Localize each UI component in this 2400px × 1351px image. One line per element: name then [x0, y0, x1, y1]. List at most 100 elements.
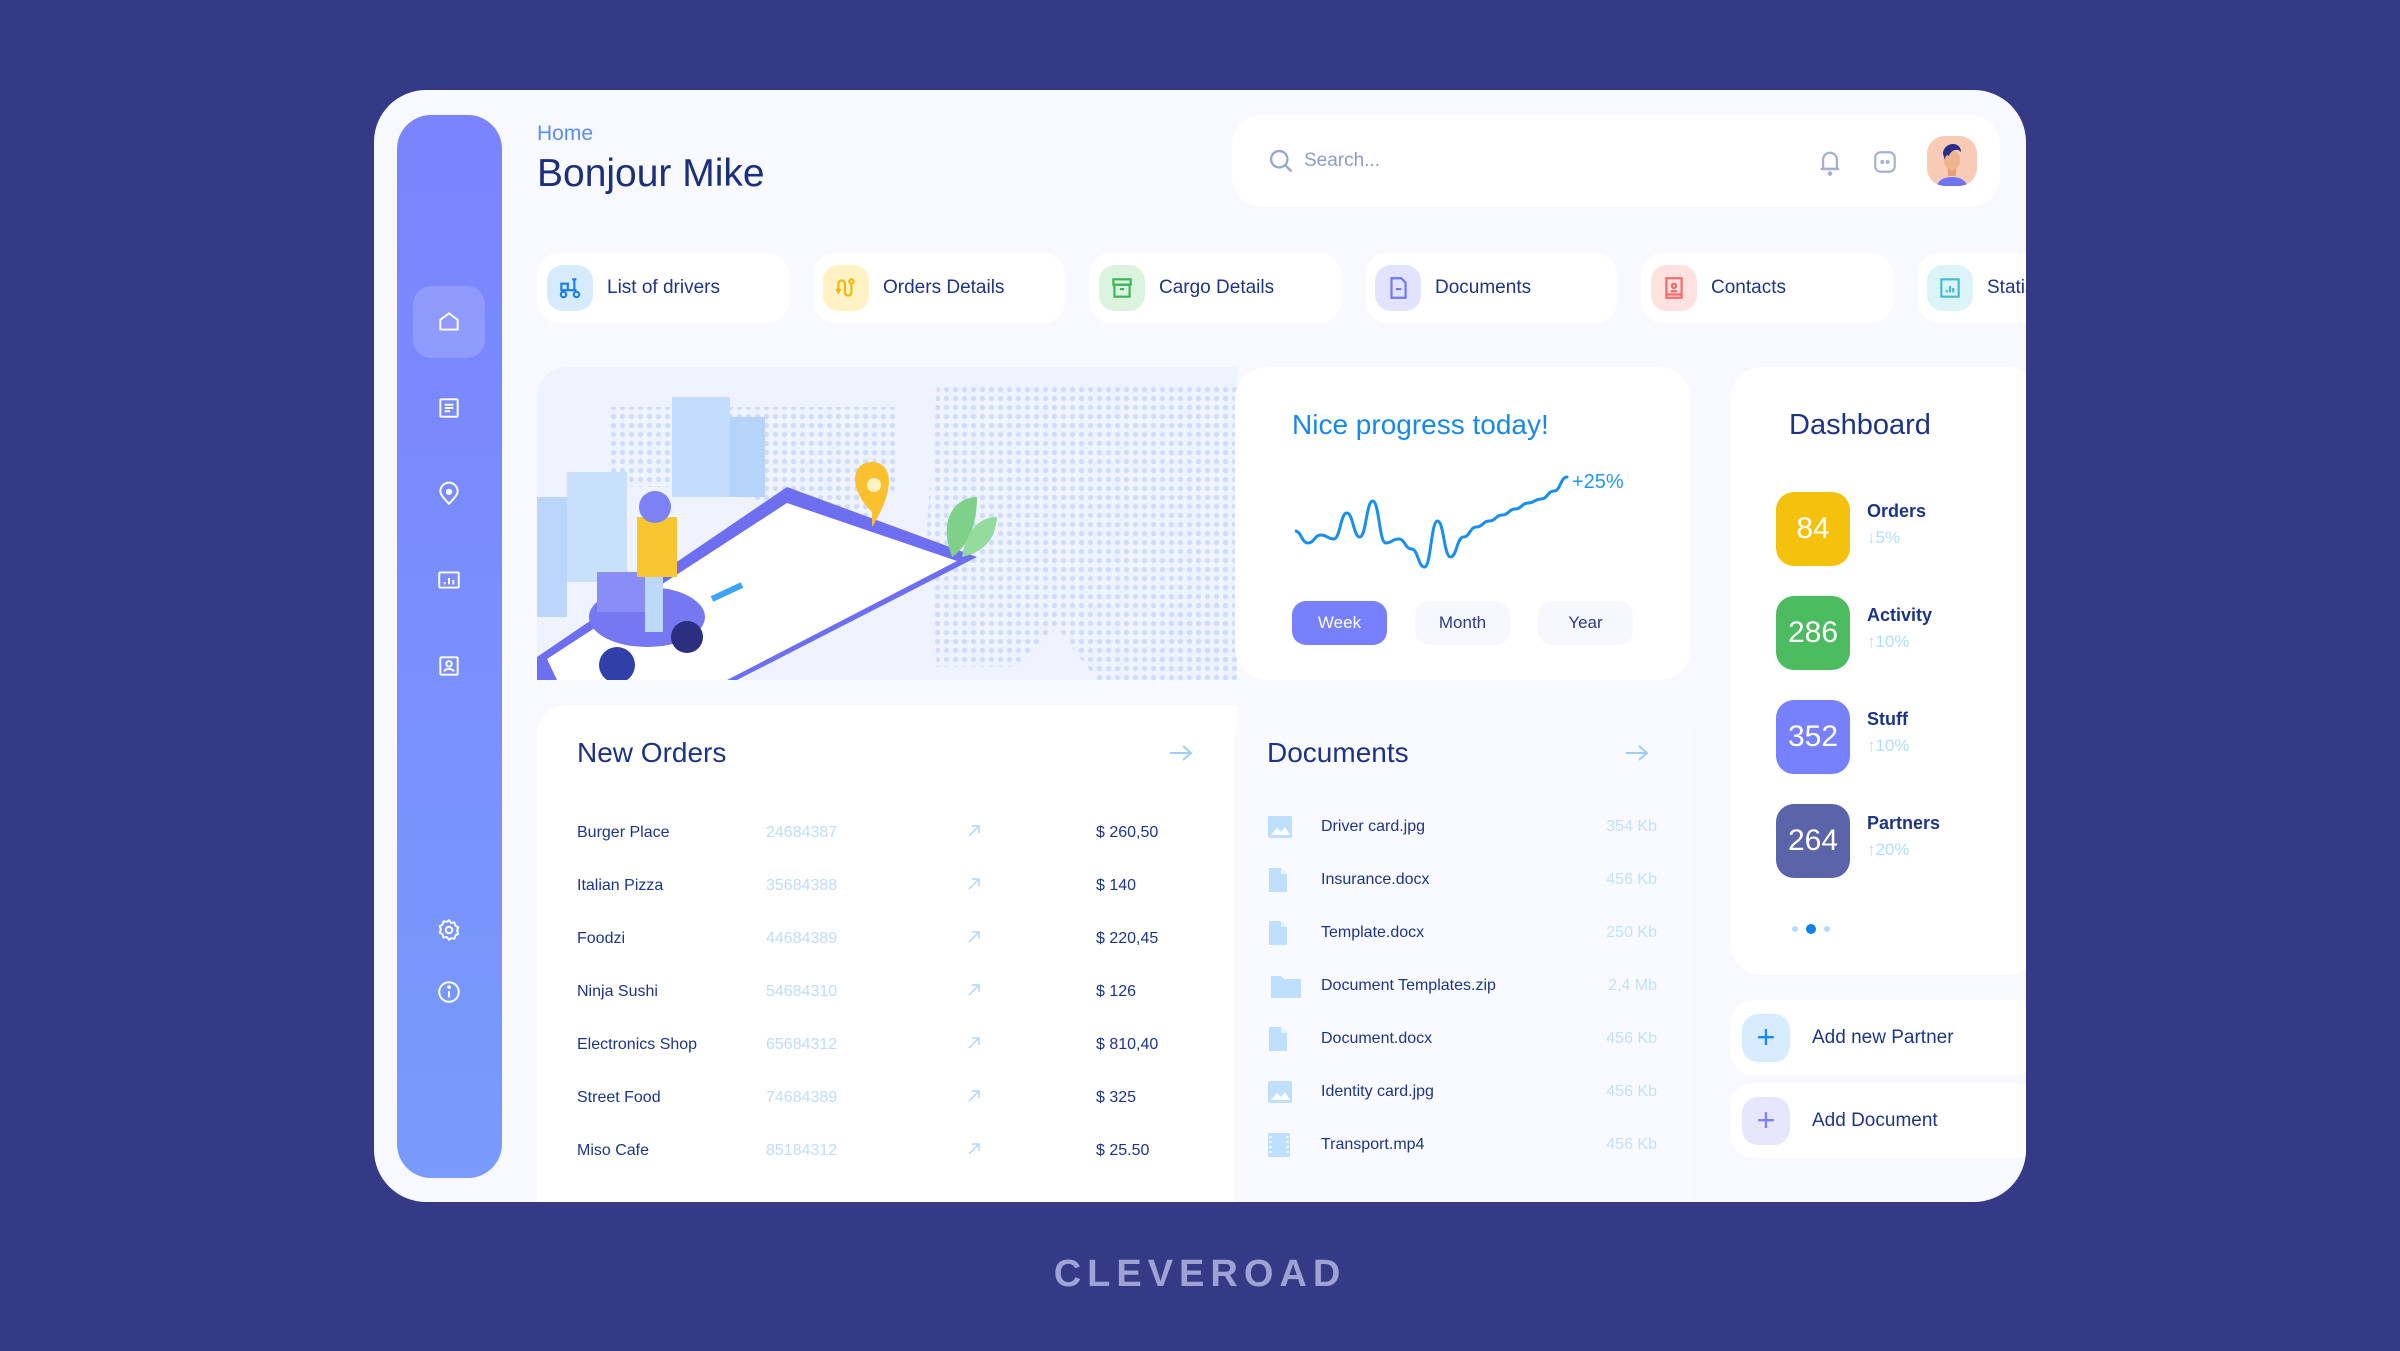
document-row[interactable]: Template.docx 250 Kb	[1267, 919, 1657, 949]
stat-stuff[interactable]: 352 Stuff ↑10%	[1776, 700, 2016, 774]
document-file-icon	[1269, 921, 1287, 945]
add-document-button[interactable]: + Add Document	[1730, 1083, 2026, 1158]
document-size: 354 Kb	[1606, 818, 1657, 835]
add-document-label: Add Document	[1812, 1109, 1938, 1131]
documents-title: Documents	[1267, 737, 1409, 768]
arrow-up-right-icon[interactable]	[967, 824, 981, 838]
arrow-up-right-icon[interactable]	[967, 983, 981, 997]
arrow-up-right-icon[interactable]	[967, 1089, 981, 1103]
order-name: Electronics Shop	[577, 1036, 698, 1053]
document-row[interactable]: Transport.mp4 456 Kb	[1267, 1131, 1657, 1161]
document-name: Identity card.jpg	[1321, 1083, 1434, 1100]
bell-icon[interactable]	[1816, 147, 1844, 177]
stat-value: 286	[1776, 596, 1850, 670]
document-size: 250 Kb	[1606, 924, 1657, 941]
sidebar-item-info[interactable]	[413, 956, 485, 1028]
stat-label: Orders	[1867, 501, 1927, 521]
file-icon	[1390, 277, 1407, 299]
period-week-button[interactable]: Week	[1292, 601, 1387, 645]
order-id: 85184312	[766, 1142, 838, 1159]
order-row[interactable]: Electronics Shop 65684312 $ 810,40	[577, 1031, 1197, 1061]
video-file-icon	[1268, 1133, 1290, 1157]
search-input[interactable]	[1304, 141, 1704, 181]
new-orders-title: New Orders	[577, 737, 727, 768]
document-name: Transport.mp4	[1321, 1136, 1425, 1153]
add-partner-button[interactable]: + Add new Partner	[1730, 1000, 2026, 1075]
order-name: Italian Pizza	[577, 877, 664, 894]
document-size: 456 Kb	[1606, 871, 1657, 888]
quick-link-label: Statistics	[1987, 277, 2026, 298]
info-icon	[438, 981, 460, 1003]
quick-link-label: Contacts	[1711, 277, 1786, 298]
order-id: 74684389	[766, 1089, 838, 1106]
arrow-right-icon[interactable]	[1624, 743, 1650, 763]
brand-logo: CLEVEROAD	[1053, 1253, 1347, 1295]
quick-link-documents[interactable]: Documents	[1365, 253, 1617, 323]
courier	[637, 517, 677, 577]
home-icon	[439, 312, 459, 331]
carousel-dot[interactable]	[1824, 926, 1830, 932]
document-row[interactable]: Driver card.jpg 354 Kb	[1267, 813, 1657, 843]
stat-label: Activity	[1867, 605, 1933, 625]
stat-label: Partners	[1867, 813, 1941, 833]
archive-box-icon	[1112, 278, 1132, 298]
dashboard-card: Dashboard 84 Orders ↓5% 286 Activity ↑10…	[1730, 367, 2026, 975]
period-month-button[interactable]: Month	[1415, 601, 1510, 645]
quick-link-orders-details[interactable]: Orders Details	[813, 253, 1065, 323]
stat-activity[interactable]: 286 Activity ↑10%	[1776, 596, 2016, 670]
order-row[interactable]: Italian Pizza 35684388 $ 140	[577, 872, 1197, 902]
sidebar-item-home[interactable]	[413, 286, 485, 358]
order-row[interactable]: Street Food 74684389 $ 325	[577, 1084, 1197, 1114]
order-price: $ 25.50	[1096, 1142, 1150, 1159]
sidebar-item-location[interactable]	[413, 458, 485, 530]
quick-link-statistics[interactable]: Statistics	[1917, 253, 2026, 323]
route-icon	[835, 278, 855, 297]
stat-orders[interactable]: 84 Orders ↓5%	[1776, 492, 2016, 566]
stat-partners[interactable]: 264 Partners ↑20%	[1776, 804, 2016, 878]
chat-icon[interactable]	[1872, 149, 1898, 175]
carousel-dot-active[interactable]	[1806, 924, 1816, 934]
document-row[interactable]: Document Templates.zip 2,4 Mb	[1267, 972, 1657, 1002]
stat-delta: ↑10%	[1867, 632, 1910, 651]
arrow-up-right-icon[interactable]	[967, 1142, 981, 1156]
document-row[interactable]: Identity card.jpg 456 Kb	[1267, 1078, 1657, 1108]
order-row[interactable]: Foodzi 44684389 $ 220,45	[577, 925, 1197, 955]
quick-link-contacts[interactable]: Contacts	[1641, 253, 1893, 323]
order-name: Miso Cafe	[577, 1142, 650, 1159]
arrow-up-right-icon[interactable]	[967, 877, 981, 891]
location-pin-icon	[439, 481, 459, 506]
order-row[interactable]: Miso Cafe 85184312 $ 25.50	[577, 1137, 1197, 1167]
arrow-up-right-icon[interactable]	[967, 930, 981, 944]
progress-title: Nice progress today!	[1292, 409, 1549, 440]
image-file-icon	[1268, 1081, 1292, 1103]
sidebar-item-statistics[interactable]	[413, 544, 485, 616]
user-avatar-icon	[1927, 136, 1977, 186]
carousel-dot[interactable]	[1792, 926, 1798, 932]
order-price: $ 140	[1096, 877, 1137, 894]
sidebar-item-documents[interactable]	[413, 372, 485, 444]
arrow-up-right-icon[interactable]	[967, 1036, 981, 1050]
contact-book-icon	[1665, 277, 1683, 299]
document-name: Insurance.docx	[1321, 871, 1430, 888]
arrow-right-icon[interactable]	[1168, 743, 1194, 763]
quick-link-label: Orders Details	[883, 277, 1005, 298]
order-row[interactable]: Burger Place 24684387 $ 260,50	[577, 819, 1197, 849]
delivery-illustration	[537, 367, 1237, 680]
document-file-icon	[1269, 868, 1287, 892]
order-row[interactable]: Ninja Sushi 54684310 $ 126	[577, 978, 1197, 1008]
breadcrumb[interactable]: Home	[537, 122, 593, 146]
sidebar-item-contacts[interactable]	[413, 630, 485, 702]
search-bar	[1232, 115, 2000, 207]
document-row[interactable]: Document.docx 456 Kb	[1267, 1025, 1657, 1055]
quick-link-cargo-details[interactable]: Cargo Details	[1089, 253, 1341, 323]
avatar[interactable]	[1927, 136, 1977, 186]
period-year-button[interactable]: Year	[1538, 601, 1633, 645]
plus-icon: +	[1742, 1013, 1790, 1062]
sidebar	[397, 115, 502, 1178]
folder-icon	[1271, 976, 1301, 998]
stat-value: 352	[1776, 700, 1850, 774]
document-row[interactable]: Insurance.docx 456 Kb	[1267, 866, 1657, 896]
order-id: 44684389	[766, 930, 838, 947]
app-window: Home Bonjour Mike List of drivers	[374, 90, 2026, 1202]
quick-link-drivers[interactable]: List of drivers	[537, 253, 789, 323]
